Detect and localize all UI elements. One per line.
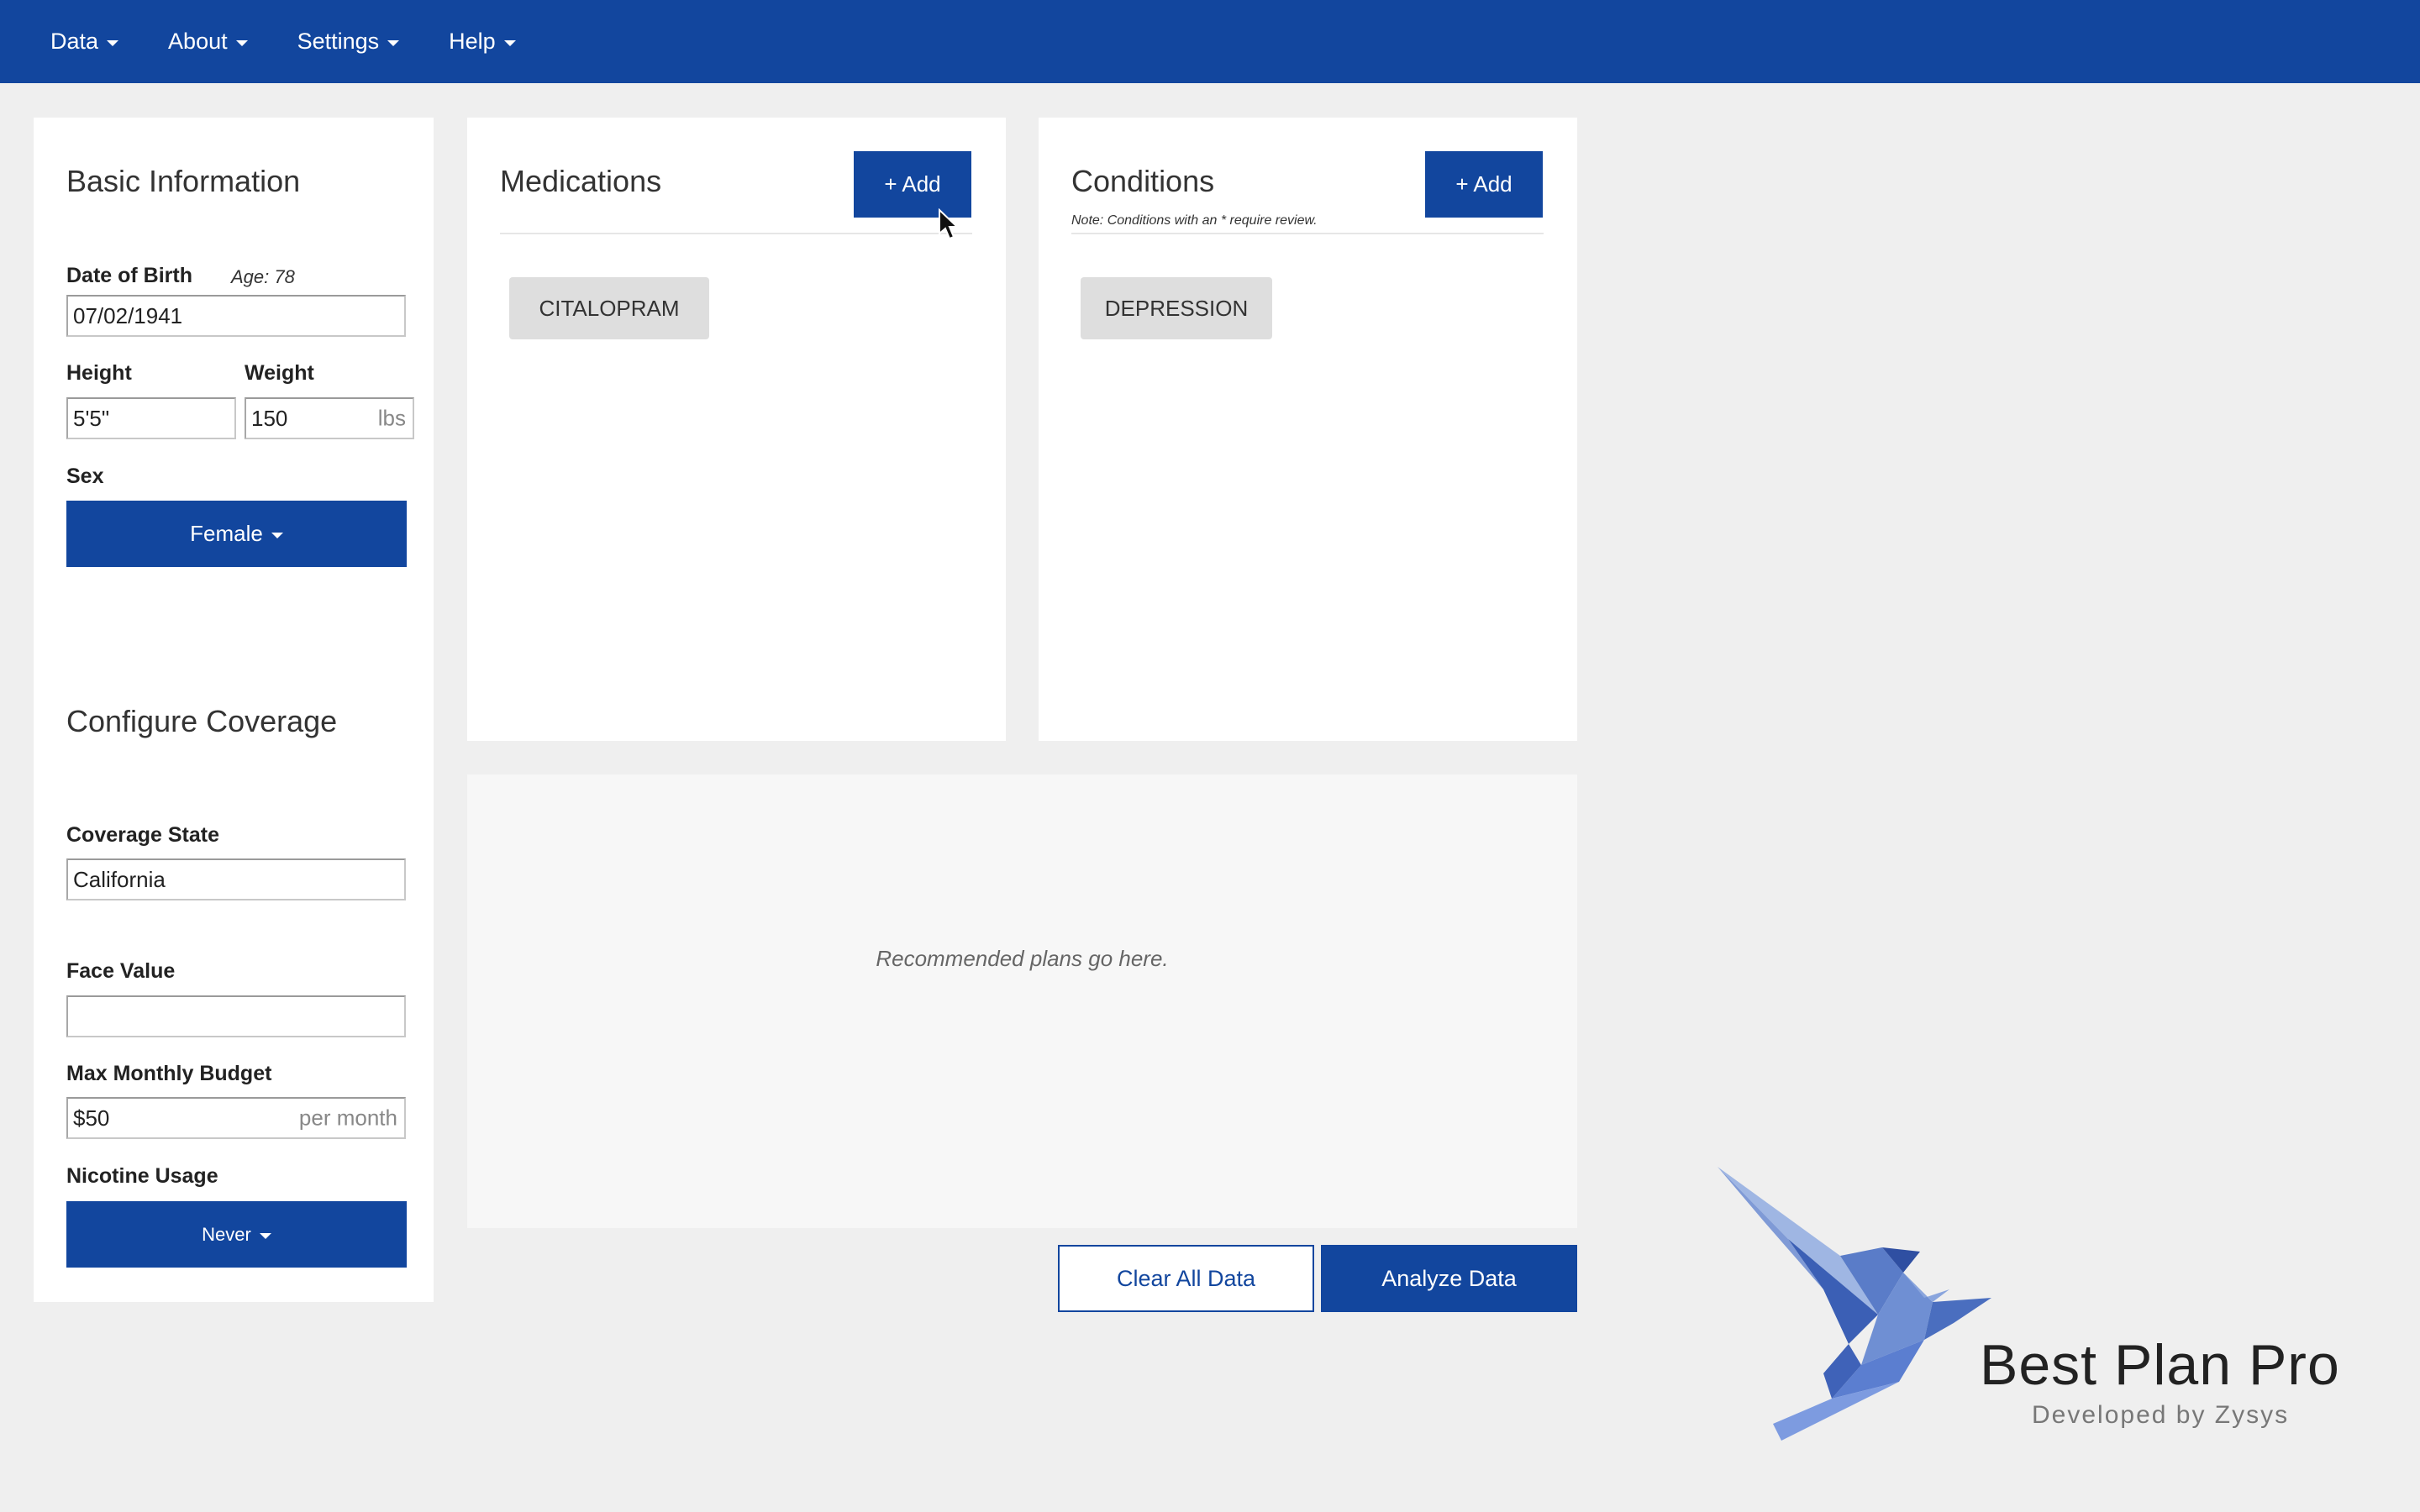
conditions-card: Conditions Note: Conditions with an * re… bbox=[1039, 118, 1577, 741]
nicotine-value: Never bbox=[202, 1223, 251, 1245]
face-value-label: Face Value bbox=[66, 959, 176, 983]
nav-menu-about[interactable]: About bbox=[168, 29, 248, 55]
nicotine-label: Nicotine Usage bbox=[66, 1164, 218, 1188]
medications-title: Medications bbox=[500, 164, 662, 198]
brand-subtitle: Developed by Zysys bbox=[2032, 1401, 2290, 1429]
mouse-pointer-icon bbox=[939, 208, 960, 240]
conditions-divider bbox=[1071, 233, 1544, 234]
nav-menu-help[interactable]: Help bbox=[449, 29, 516, 55]
nav-menu-label: Settings bbox=[297, 29, 380, 54]
conditions-note: Note: Conditions with an * require revie… bbox=[1071, 213, 1318, 228]
weight-unit: lbs bbox=[377, 405, 406, 431]
coverage-state-label: Coverage State bbox=[66, 823, 220, 847]
caret-down-icon bbox=[259, 1233, 271, 1239]
max-budget-input[interactable]: $50 per month bbox=[66, 1097, 406, 1139]
medications-card: Medications + Add CITALOPRAM bbox=[467, 118, 1006, 741]
brand-name: Best Plan Pro bbox=[1980, 1333, 2340, 1397]
height-label: Height bbox=[66, 361, 132, 385]
configure-coverage-title: Configure Coverage bbox=[66, 704, 338, 738]
add-condition-button[interactable]: + Add bbox=[1425, 151, 1543, 218]
basic-information-card: Basic Information Date of Birth Age: 78 … bbox=[34, 118, 434, 1302]
recommended-plans-placeholder: Recommended plans go here. bbox=[876, 946, 1169, 971]
caret-down-icon bbox=[503, 40, 516, 46]
top-navbar: Data About Settings Help bbox=[0, 0, 2420, 83]
height-input[interactable]: 5'5" bbox=[66, 397, 236, 439]
coverage-state-value: California bbox=[73, 866, 166, 892]
clear-all-data-button[interactable]: Clear All Data bbox=[1058, 1245, 1314, 1312]
nav-menu-data[interactable]: Data bbox=[50, 29, 119, 55]
dob-input[interactable]: 07/02/1941 bbox=[66, 295, 406, 337]
caret-down-icon bbox=[271, 533, 283, 538]
nav-menu-label: Help bbox=[449, 29, 496, 54]
age-label: Age: 78 bbox=[231, 266, 295, 287]
weight-value: 150 bbox=[251, 405, 288, 431]
origami-bird-logo bbox=[1718, 1167, 1991, 1441]
condition-chip[interactable]: DEPRESSION bbox=[1081, 277, 1272, 339]
max-budget-label: Max Monthly Budget bbox=[66, 1062, 272, 1085]
dob-label: Date of Birth bbox=[66, 264, 192, 287]
caret-down-icon bbox=[107, 40, 119, 46]
sex-label: Sex bbox=[66, 465, 104, 488]
caret-down-icon bbox=[387, 40, 400, 46]
budget-unit: per month bbox=[298, 1105, 397, 1131]
sex-dropdown[interactable]: Female bbox=[66, 501, 407, 567]
dob-value: 07/02/1941 bbox=[73, 302, 183, 328]
medications-divider bbox=[500, 233, 972, 234]
analyze-data-button[interactable]: Analyze Data bbox=[1321, 1245, 1577, 1312]
conditions-title: Conditions bbox=[1071, 164, 1215, 198]
weight-label: Weight bbox=[245, 361, 314, 385]
height-value: 5'5" bbox=[73, 405, 110, 431]
sex-value: Female bbox=[190, 521, 263, 546]
caret-down-icon bbox=[235, 40, 248, 46]
basic-information-title: Basic Information bbox=[66, 164, 301, 198]
weight-input[interactable]: 150 lbs bbox=[245, 397, 414, 439]
recommended-plans-panel: Recommended plans go here. bbox=[467, 774, 1577, 1228]
nav-menu-label: About bbox=[168, 29, 228, 54]
nicotine-dropdown[interactable]: Never bbox=[66, 1201, 407, 1268]
nav-menu-settings[interactable]: Settings bbox=[297, 29, 400, 55]
medication-chip[interactable]: CITALOPRAM bbox=[509, 277, 709, 339]
face-value-input[interactable] bbox=[66, 995, 406, 1037]
nav-menu-label: Data bbox=[50, 29, 99, 54]
coverage-state-input[interactable]: California bbox=[66, 858, 406, 900]
max-budget-value: $50 bbox=[73, 1105, 110, 1131]
